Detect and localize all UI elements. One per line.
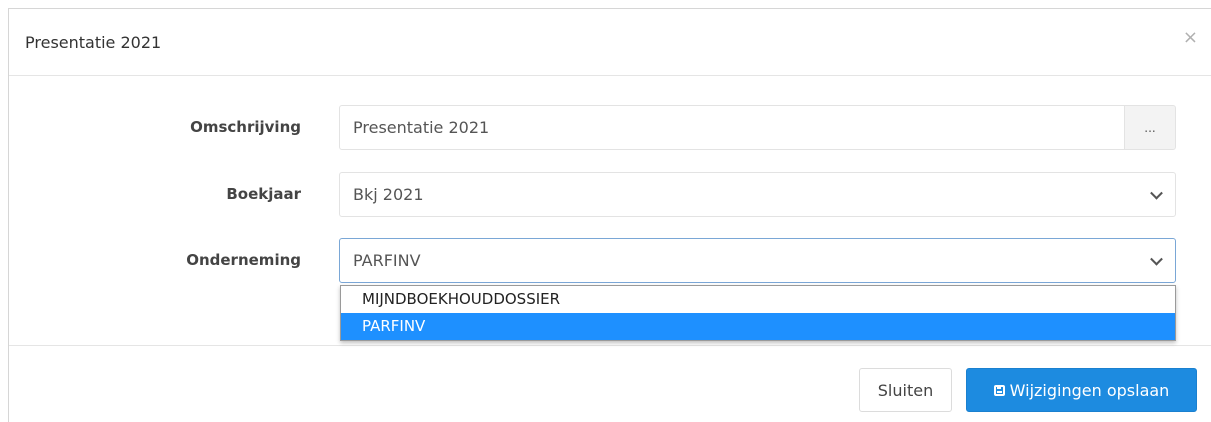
onderneming-selected-value: PARFINV xyxy=(353,251,421,270)
modal-header: Presentatie 2021 × xyxy=(9,9,1211,76)
floppy-disk-icon xyxy=(993,384,1005,396)
onderneming-dropdown-list: MIJNDBOEKHOUDDOSSIER PARFINV xyxy=(340,285,1176,341)
boekjaar-selected-value: Bkj 2021 xyxy=(353,185,424,204)
omschrijving-browse-button[interactable]: ... xyxy=(1124,105,1176,150)
close-button[interactable]: Sluiten xyxy=(859,368,952,412)
modal-dialog: Presentatie 2021 × Omschrijving Presenta… xyxy=(8,8,1211,422)
dropdown-option-parfinv[interactable]: PARFINV xyxy=(341,313,1175,340)
save-changes-button[interactable]: Wijzigingen opslaan xyxy=(966,368,1197,412)
close-icon[interactable]: × xyxy=(1183,29,1198,47)
onderneming-select[interactable]: PARFINV xyxy=(339,238,1176,283)
chevron-down-icon xyxy=(1150,186,1163,200)
omschrijving-label: Omschrijving xyxy=(190,118,301,136)
chevron-down-icon xyxy=(1150,252,1163,266)
omschrijving-input[interactable]: Presentatie 2021 xyxy=(339,105,1125,150)
footer-divider xyxy=(9,345,1211,346)
dropdown-option-mijndboekhouddossier[interactable]: MIJNDBOEKHOUDDOSSIER xyxy=(341,286,1175,313)
onderneming-label: Onderneming xyxy=(186,251,301,269)
boekjaar-label: Boekjaar xyxy=(226,185,301,203)
save-changes-label: Wijzigingen opslaan xyxy=(1009,380,1170,400)
modal-title: Presentatie 2021 xyxy=(25,33,162,52)
boekjaar-select[interactable]: Bkj 2021 xyxy=(339,172,1176,217)
